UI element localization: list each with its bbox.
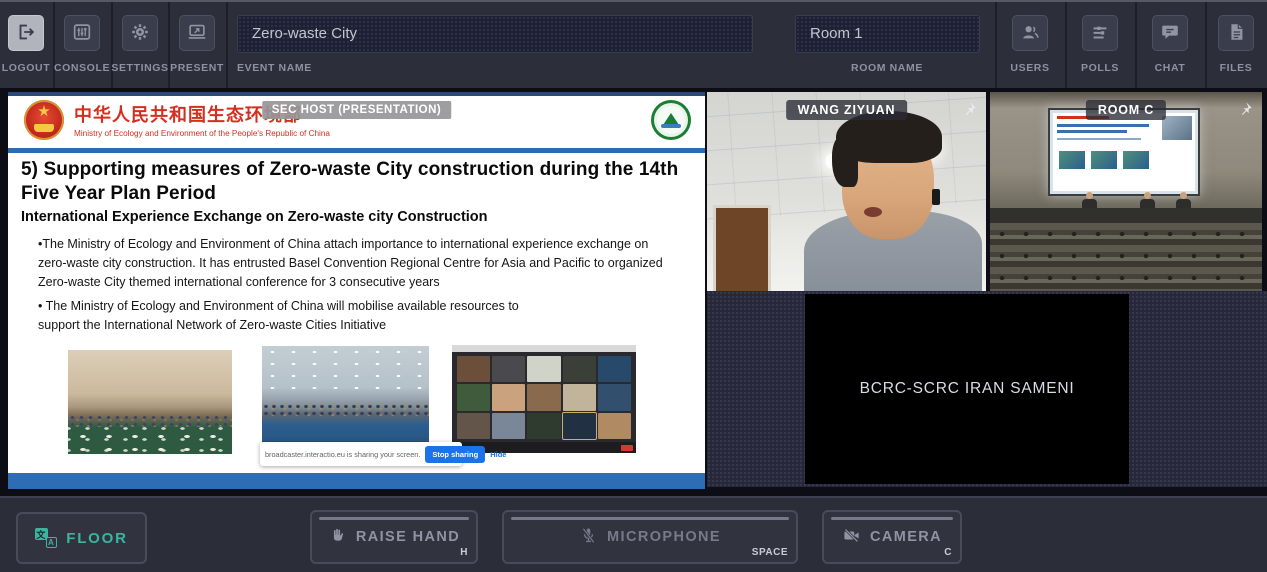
raise-hand-label: RAISE HAND (356, 529, 460, 545)
divider (111, 2, 113, 88)
presenter-badge: SEC HOST (PRESENTATION) (262, 101, 452, 119)
floor-label: FLOOR (66, 530, 128, 547)
slide-bullet-1: •The Ministry of Ecology and Environment… (38, 235, 674, 292)
raise-hand-shortcut: H (460, 547, 468, 558)
presentation-stage[interactable]: 中华人民共和国生态环境部 Ministry of Ecology and Env… (8, 92, 705, 489)
pin-icon[interactable] (960, 100, 978, 118)
users-icon (1019, 21, 1041, 46)
photo-video-call-grid (452, 345, 636, 453)
files-button[interactable] (1218, 15, 1254, 51)
pin-icon[interactable] (1236, 100, 1254, 118)
translation-icon: 文 A (35, 528, 57, 548)
event-name-label: EVENT NAME (237, 62, 312, 74)
files-label: FILES (1220, 62, 1253, 74)
office-background (707, 92, 986, 291)
divider (226, 2, 228, 88)
china-national-emblem-icon (24, 100, 64, 140)
hide-notice-link[interactable]: Hide (490, 450, 506, 459)
main-area: 中华人民共和国生态环境部 Ministry of Ecology and Env… (0, 88, 1267, 496)
console-icon (71, 21, 93, 46)
button-accent-line (831, 517, 953, 520)
divider (1065, 2, 1067, 88)
video-feed-room-c[interactable]: ROOM C (990, 92, 1262, 291)
app-window: LOGOUT CONSOLE SETTINGS PRESENT Zero-was… (0, 0, 1267, 572)
microphone-shortcut: SPACE (752, 547, 788, 558)
photo-conference-hall-2 (262, 346, 429, 456)
users-label: USERS (1010, 62, 1049, 74)
camera-shortcut: C (944, 547, 952, 558)
slide-bullet-2: • The Ministry of Ecology and Environmen… (38, 297, 558, 335)
floor-language-button[interactable]: 文 A FLOOR (16, 512, 147, 564)
chat-button[interactable] (1152, 15, 1188, 51)
polls-button[interactable] (1082, 15, 1118, 51)
chat-label: CHAT (1155, 62, 1186, 74)
slide-blue-divider (8, 148, 705, 153)
raise-hand-icon (328, 526, 347, 549)
gear-icon (129, 21, 151, 46)
microphone-muted-icon (579, 526, 598, 549)
divider (1135, 2, 1137, 88)
participant-name-badge: WANG ZIYUAN (786, 100, 908, 120)
present-screen-icon (186, 21, 208, 46)
button-accent-line (319, 517, 469, 520)
audio-tile[interactable]: BCRC-SCRC IRAN SAMENI (805, 294, 1129, 484)
console-button[interactable] (64, 15, 100, 51)
camera-button[interactable]: CAMERA C (822, 510, 962, 564)
divider (168, 2, 170, 88)
present-button[interactable] (179, 15, 215, 51)
settings-button[interactable] (122, 15, 158, 51)
bottom-control-bar: 文 A FLOOR RAISE HAND H MICROPHONE SPACE … (0, 496, 1267, 572)
users-button[interactable] (1012, 15, 1048, 51)
microphone-button[interactable]: MICROPHONE SPACE (502, 510, 798, 564)
chat-bubble-icon (1159, 21, 1181, 46)
conference-room-background (990, 92, 1262, 291)
divider (995, 2, 997, 88)
audio-only-region: BCRC-SCRC IRAN SAMENI (707, 291, 1267, 487)
logout-icon (15, 21, 37, 46)
divider (53, 2, 55, 88)
button-accent-line (511, 517, 789, 520)
topbar: LOGOUT CONSOLE SETTINGS PRESENT Zero-was… (0, 0, 1267, 88)
camera-label: CAMERA (870, 529, 942, 545)
stop-sharing-button[interactable]: Stop sharing (425, 446, 485, 463)
photo-conference-hall-1 (68, 350, 232, 454)
microphone-label: MICROPHONE (607, 529, 721, 545)
video-feed-wang-ziyuan[interactable]: WANG ZIYUAN (707, 92, 986, 291)
room-name-input[interactable]: Room 1 (795, 15, 980, 53)
logout-label: LOGOUT (2, 62, 51, 74)
present-label: PRESENT (170, 62, 224, 74)
room-name-label: ROOM NAME (851, 62, 923, 74)
event-name-input[interactable]: Zero-waste City (237, 15, 753, 53)
polls-label: POLLS (1081, 62, 1119, 74)
divider (1205, 2, 1207, 88)
document-icon (1225, 21, 1247, 46)
console-label: CONSOLE (54, 62, 110, 74)
polls-icon (1089, 21, 1111, 46)
screen-share-notice: broadcaster.interactio.eu is sharing you… (260, 442, 462, 466)
audio-participant-name: BCRC-SCRC IRAN SAMENI (860, 380, 1075, 398)
logout-button[interactable] (8, 15, 44, 51)
slide-footer-bar (8, 473, 705, 489)
slide-subtitle: International Experience Exchange on Zer… (21, 209, 695, 225)
room-name-badge: ROOM C (1086, 100, 1166, 120)
mee-logo-icon (651, 100, 691, 140)
slide-title: 5) Supporting measures of Zero-waste Cit… (21, 158, 695, 206)
raise-hand-button[interactable]: RAISE HAND H (310, 510, 478, 564)
settings-label: SETTINGS (111, 62, 168, 74)
share-notice-text: broadcaster.interactio.eu is sharing you… (265, 450, 420, 459)
ministry-title-en: Ministry of Ecology and Environment of t… (74, 129, 330, 138)
camera-muted-icon (842, 526, 861, 549)
